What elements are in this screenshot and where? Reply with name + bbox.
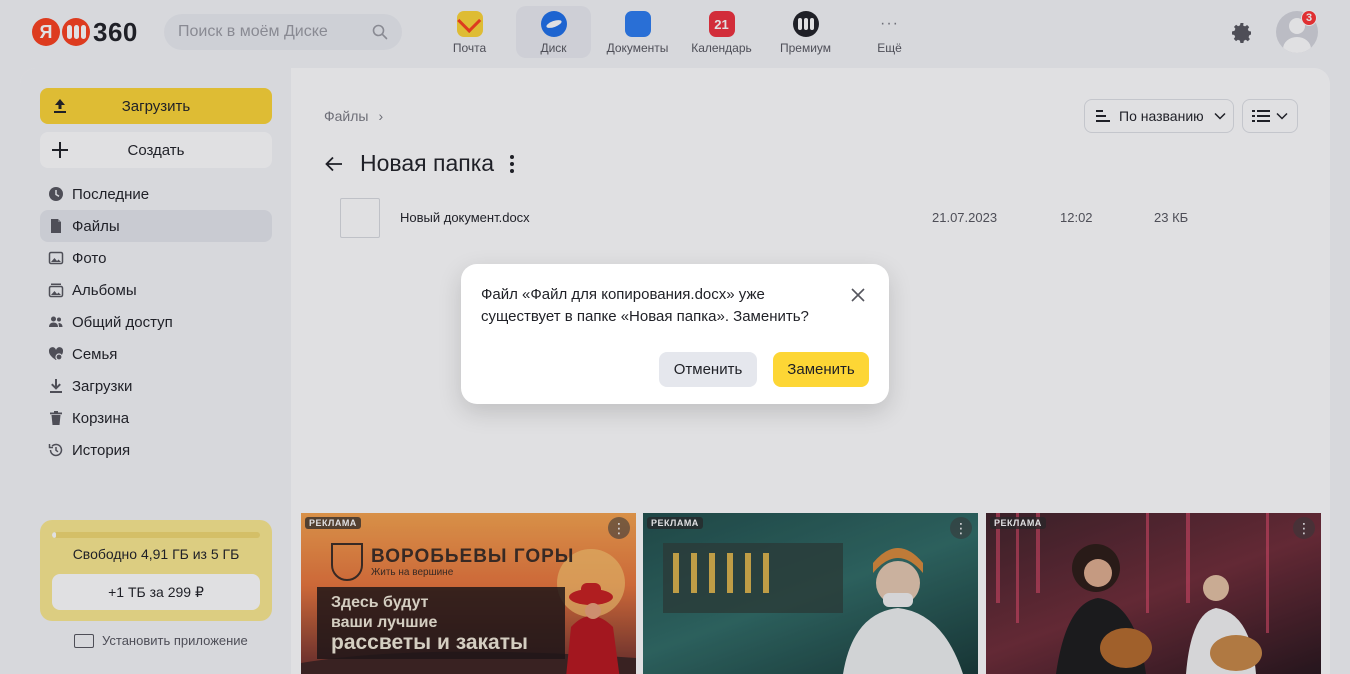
replace-file-dialog: Файл «Файл для копирования.docx» уже сущ… <box>461 264 889 404</box>
cancel-button[interactable]: Отменить <box>659 352 757 387</box>
replace-button[interactable]: Заменить <box>773 352 869 387</box>
close-icon[interactable] <box>849 286 867 304</box>
dialog-message: Файл «Файл для копирования.docx» уже сущ… <box>481 286 809 325</box>
